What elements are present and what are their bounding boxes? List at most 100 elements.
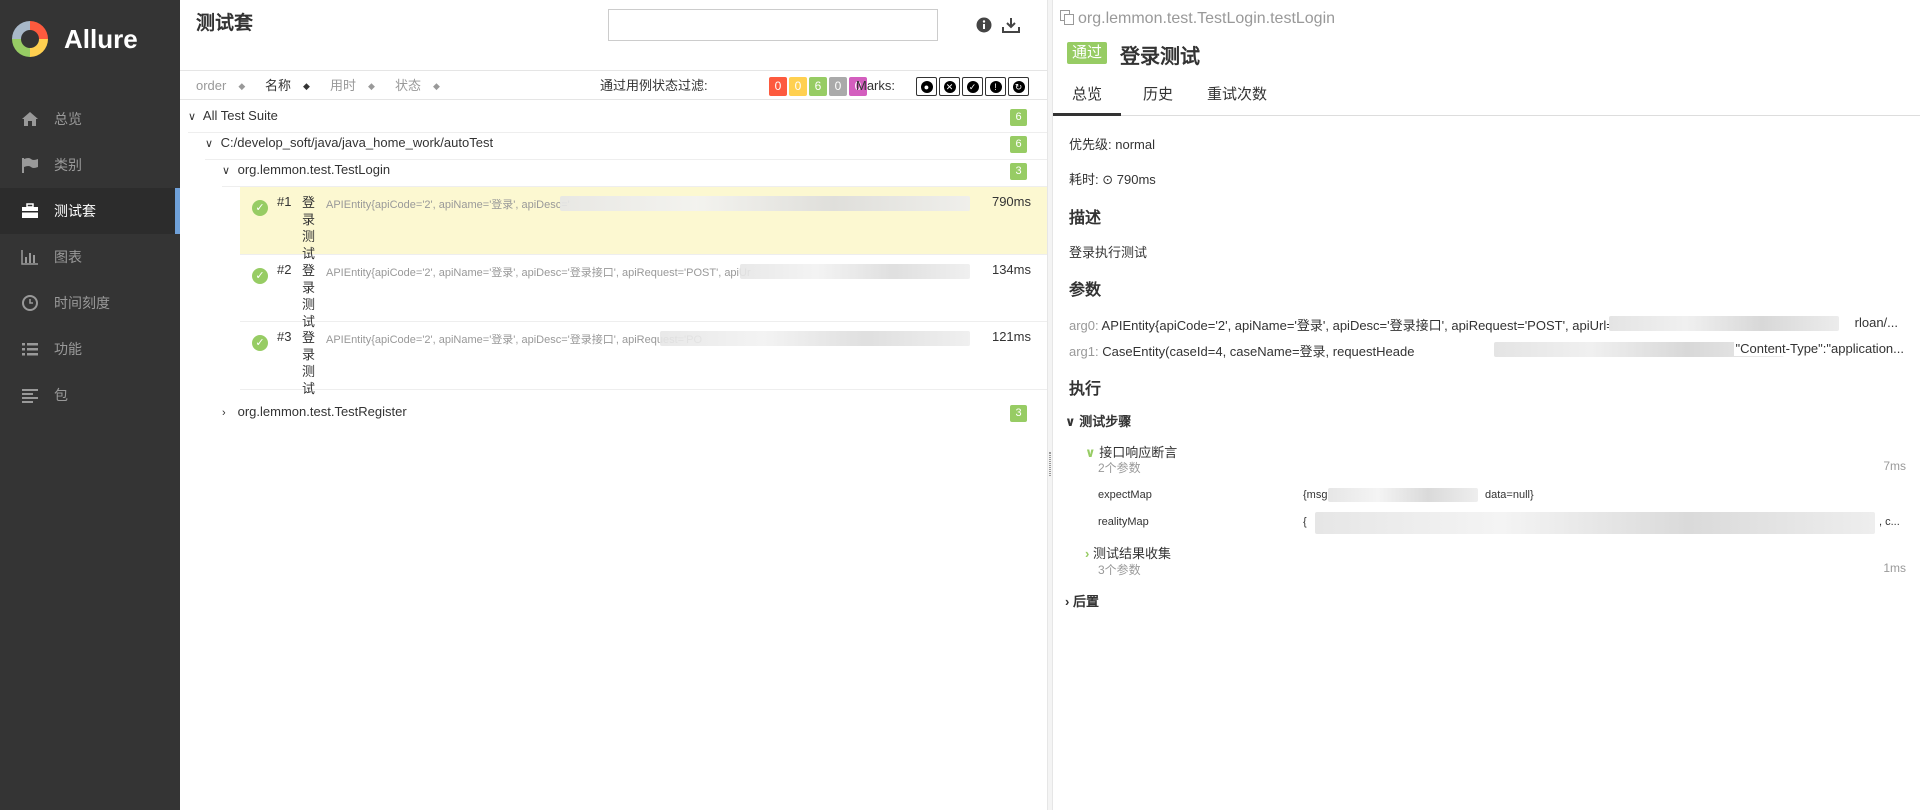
step-param-count: 3个参数 — [1098, 563, 1141, 577]
sort-order-label: order — [196, 78, 227, 93]
mark-retries-button[interactable]: ↻ — [1008, 77, 1029, 96]
sort-order[interactable]: order ◆ — [196, 71, 245, 101]
times-circle-icon: ✕ — [943, 80, 956, 93]
redacted-text — [740, 264, 970, 279]
marks-label: Marks: — [856, 78, 895, 93]
sort-name[interactable]: 名称 ◆ — [265, 71, 310, 101]
parameter-name: arg0: — [1069, 318, 1099, 333]
check-circle-icon: ✓ — [252, 335, 268, 351]
sort-duration-label: 用时 — [330, 78, 357, 93]
mark-new-failed-button[interactable]: ✕ — [939, 77, 960, 96]
sidebar: Allure 总览 类别 测试套 图表 时间刻度 功能 包 — [0, 0, 180, 810]
execution-heading: 执行 — [1069, 381, 1102, 398]
tree-node-testlogin[interactable]: ∨ org.lemmon.test.TestLogin 3 — [222, 154, 1047, 187]
parameter-value-end: rloan/... — [1854, 315, 1898, 330]
test-steps-toggle[interactable]: ∨ 测试步骤 — [1065, 411, 1131, 430]
allure-logo-icon — [12, 21, 48, 57]
sort-icon: ◆ — [433, 81, 440, 92]
case-duration: 134ms — [991, 262, 1031, 277]
case-name: 登录测试 — [302, 330, 316, 396]
count-badge: 3 — [1010, 163, 1027, 180]
case-duration: 121ms — [991, 329, 1031, 344]
sidebar-item-graphs[interactable]: 图表 — [0, 234, 180, 280]
severity-value: normal — [1115, 137, 1155, 152]
filter-skipped[interactable]: 0 — [829, 77, 847, 96]
step-param-name: expectMap — [1098, 489, 1152, 501]
detail-pane: org.lemmon.test.TestLogin.testLogin 通过 登… — [1053, 0, 1920, 810]
briefcase-icon — [19, 200, 41, 222]
step-duration: 1ms — [1883, 561, 1906, 575]
test-title: 登录测试 — [1120, 46, 1200, 68]
step-row[interactable]: › 测试结果收集 — [1085, 543, 1171, 562]
filter-broken[interactable]: 0 — [789, 77, 807, 96]
search-input[interactable] — [608, 9, 938, 41]
parameters-heading: 参数 — [1069, 282, 1102, 299]
home-icon — [19, 108, 41, 130]
sidebar-item-behaviors[interactable]: 功能 — [0, 326, 180, 372]
chevron-down-icon: ∨ — [1085, 445, 1096, 460]
chevron-down-icon: ∨ — [188, 111, 197, 123]
count-badge: 6 — [1010, 109, 1027, 126]
brand[interactable]: Allure — [0, 0, 180, 78]
step-param-count: 2个参数 — [1098, 461, 1141, 475]
case-number: #3 — [277, 329, 292, 344]
teardown-toggle[interactable]: › 后置 — [1065, 591, 1099, 610]
mark-new-broken-button[interactable]: ! — [985, 77, 1006, 96]
redacted-text — [1609, 316, 1839, 331]
tab-overview[interactable]: 总览 — [1053, 78, 1121, 116]
filter-passed[interactable]: 6 — [809, 77, 827, 96]
sort-icon: ◆ — [368, 81, 375, 92]
sidebar-item-label: 图表 — [54, 249, 82, 265]
filter-failed[interactable]: 0 — [769, 77, 787, 96]
parameter-value: CaseEntity(caseId=4, caseName=登录, reques… — [1102, 344, 1415, 359]
tree-node-testregister[interactable]: › org.lemmon.test.TestRegister 3 — [222, 396, 1047, 429]
test-case-row[interactable]: ✓ #1 登录测试 APIEntity{apiCode='2', apiName… — [240, 187, 1047, 261]
step-param-value-end: data=null} — [1485, 489, 1534, 501]
check-circle-icon: ✓ — [966, 80, 979, 93]
severity-label: 优先级: — [1069, 137, 1112, 152]
sidebar-item-categories[interactable]: 类别 — [0, 142, 180, 188]
parameter-value-end: "Content-Type":"application... — [1733, 341, 1904, 356]
redacted-text — [560, 196, 970, 211]
sidebar-item-packages[interactable]: 包 — [0, 372, 180, 418]
step-name: 接口响应断言 — [1099, 445, 1178, 460]
tab-retries[interactable]: 重试次数 — [1200, 78, 1274, 116]
description-text: 登录执行测试 — [1069, 245, 1148, 260]
step-param-value-end: , c... — [1879, 516, 1900, 528]
status-filter-label: 通过用例状态过滤: — [600, 78, 708, 93]
sidebar-item-suites[interactable]: 测试套 — [0, 188, 180, 234]
case-number: #2 — [277, 262, 292, 277]
clock-icon: ⊙ — [1102, 172, 1114, 187]
teardown-label: 后置 — [1072, 594, 1099, 609]
info-icon[interactable] — [973, 14, 995, 36]
sidebar-item-label: 功能 — [54, 341, 82, 357]
sort-icon: ◆ — [238, 81, 246, 92]
sort-duration[interactable]: 用时 ◆ — [330, 71, 375, 101]
sort-icon: ◆ — [303, 81, 310, 92]
download-icon[interactable] — [1000, 14, 1022, 36]
test-steps-label: 测试步骤 — [1079, 414, 1132, 429]
parameter-row: arg0: APIEntity{apiCode='2', apiName='登录… — [1069, 315, 1904, 334]
copy-icon[interactable] — [1060, 10, 1074, 25]
count-badge: 3 — [1010, 405, 1027, 422]
suites-pane: 测试套 order ◆ 名称 ◆ 用时 ◆ 状态 ◆ 通过用例状态过滤: 0 0 6 0… — [180, 0, 1047, 810]
detail-tabs: 总览 历史 重试次数 — [1053, 78, 1920, 116]
step-param-value: { — [1303, 516, 1307, 528]
sort-name-label: 名称 — [265, 78, 292, 93]
step-duration: 7ms — [1883, 459, 1906, 473]
mark-flaky-button[interactable]: ● — [916, 77, 937, 96]
chevron-down-icon: ∨ — [205, 138, 214, 150]
sidebar-item-overview[interactable]: 总览 — [0, 96, 180, 142]
mark-new-passed-button[interactable]: ✓ — [962, 77, 983, 96]
step-param-value-start: { — [1303, 516, 1307, 528]
test-case-row[interactable]: ✓ #3 登录测试 APIEntity{apiCode='2', apiName… — [240, 322, 1047, 396]
exclamation-circle-icon: ! — [989, 80, 1002, 93]
sidebar-item-label: 包 — [54, 387, 68, 403]
sidebar-item-timeline[interactable]: 时间刻度 — [0, 280, 180, 326]
check-circle-icon: ✓ — [252, 268, 268, 284]
tab-history[interactable]: 历史 — [1135, 78, 1181, 116]
test-case-row[interactable]: ✓ #2 登录测试 APIEntity{apiCode='2', apiName… — [240, 255, 1047, 329]
sort-status[interactable]: 状态 ◆ — [395, 71, 440, 101]
redacted-text — [660, 331, 970, 346]
bar-chart-icon — [19, 246, 41, 268]
